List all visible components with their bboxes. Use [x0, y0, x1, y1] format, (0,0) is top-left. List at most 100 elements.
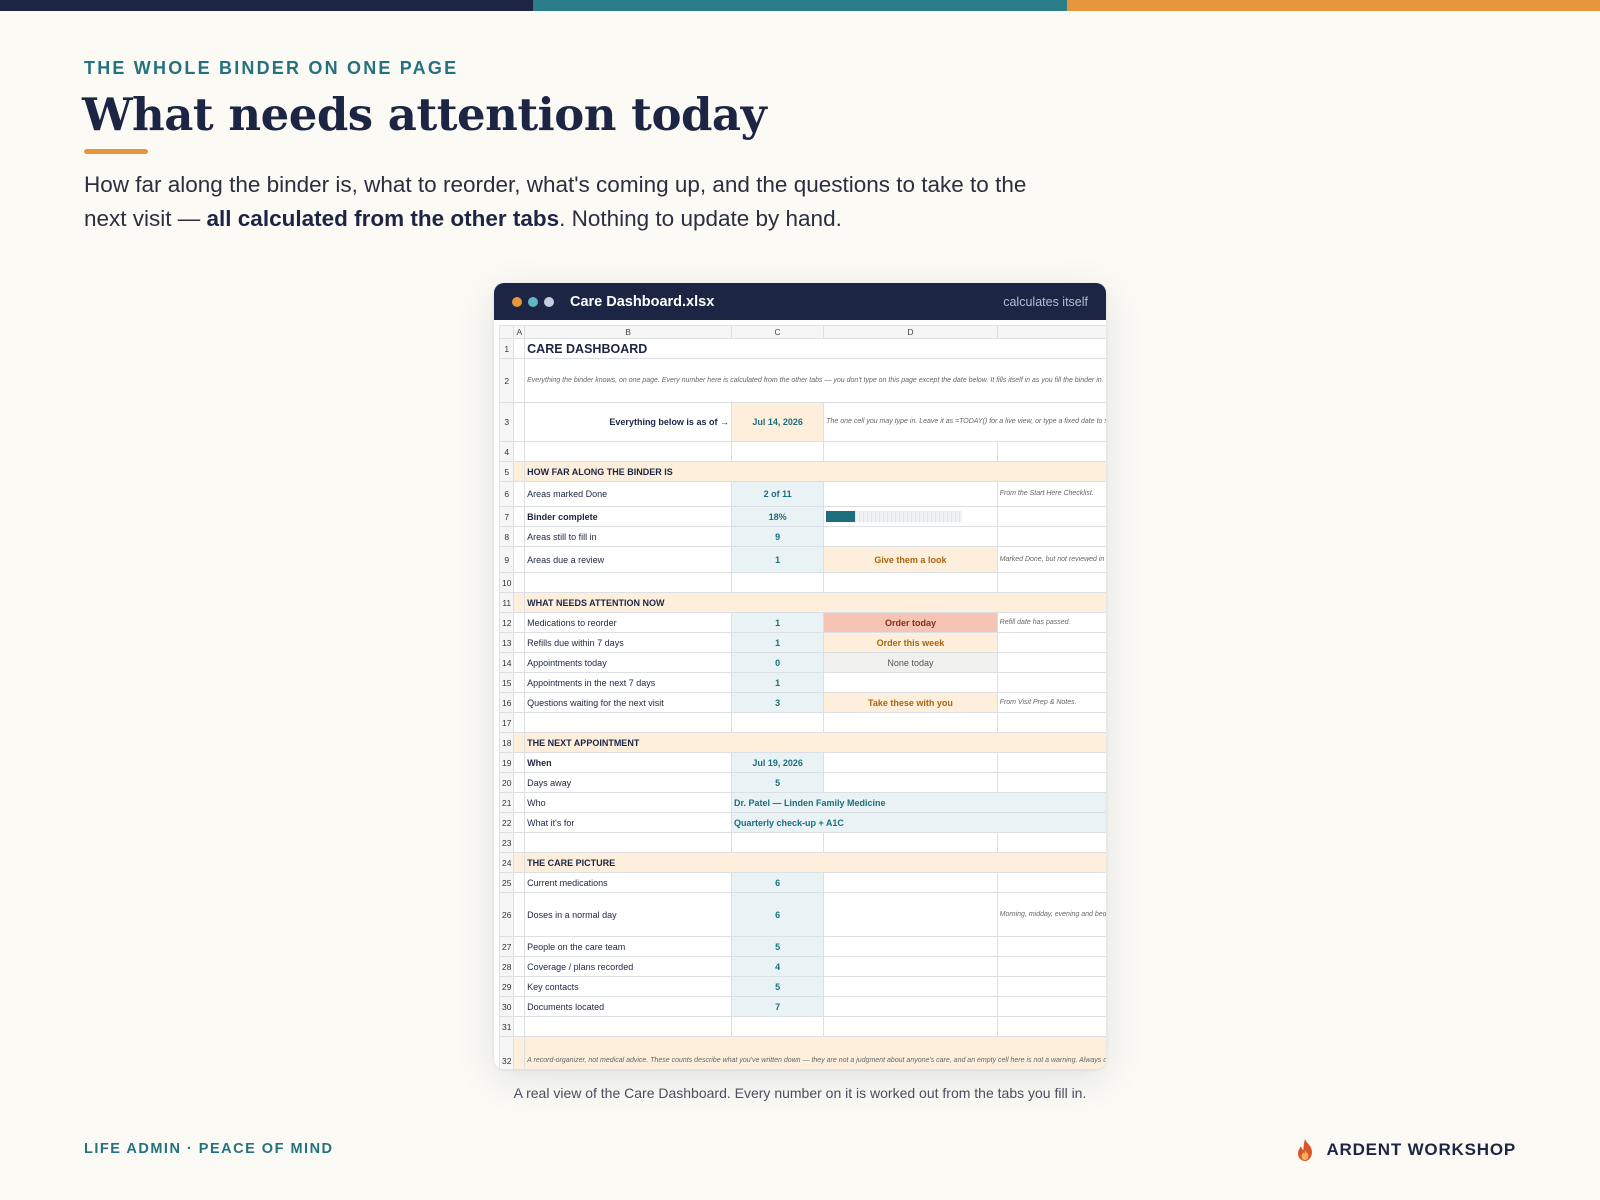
row-value[interactable]: 6 [730, 892, 825, 937]
row-number[interactable]: 10 [498, 572, 515, 593]
row-label[interactable]: Questions waiting for the next visit [524, 692, 732, 713]
row-note[interactable]: Refill date has passed. [996, 612, 1106, 633]
row-number[interactable]: 12 [498, 612, 515, 633]
window-dot-gray[interactable] [544, 296, 554, 307]
row-note[interactable]: Marked Done, but not reviewed in over 90… [996, 546, 1106, 573]
row-label[interactable]: Who [524, 792, 732, 813]
row-value[interactable]: Dr. Patel — Linden Family Medicine [730, 792, 1106, 813]
col-header-e[interactable]: E [996, 325, 1106, 339]
section-header[interactable]: WHAT NEEDS ATTENTION NOW [524, 592, 1106, 613]
row-number[interactable]: 15 [498, 672, 515, 693]
corner-cell[interactable] [498, 325, 515, 339]
row-number[interactable]: 2 [498, 358, 515, 403]
row-number[interactable]: 22 [498, 812, 515, 833]
status-badge[interactable]: Order today [823, 612, 998, 633]
window-dot-orange[interactable] [512, 296, 522, 307]
row-value[interactable]: 1 [730, 546, 825, 573]
row-value[interactable]: 18% [730, 506, 825, 527]
row-number[interactable]: 5 [498, 461, 515, 482]
status-badge[interactable]: None today [823, 652, 998, 673]
row-number[interactable]: 14 [498, 652, 515, 673]
row-label[interactable]: Days away [524, 772, 732, 793]
row-number[interactable]: 26 [498, 892, 515, 937]
window-dot-teal[interactable] [528, 296, 538, 307]
col-header-d[interactable]: D [823, 325, 998, 339]
row-number[interactable]: 1 [498, 338, 515, 359]
row-value[interactable]: 6 [730, 872, 825, 893]
row-value[interactable]: Quarterly check-up + A1C [730, 812, 1106, 833]
section-header[interactable]: HOW FAR ALONG THE BINDER IS [524, 461, 1106, 482]
row-label[interactable]: Appointments today [524, 652, 732, 673]
row-label[interactable]: Medications to reorder [524, 612, 732, 633]
row-label[interactable]: Documents located [524, 996, 732, 1017]
row-number[interactable]: 20 [498, 772, 515, 793]
row-value[interactable]: 2 of 11 [730, 481, 825, 507]
row-value[interactable]: 5 [730, 976, 825, 997]
row-number[interactable]: 31 [498, 1016, 515, 1037]
sheet-intro[interactable]: Everything the binder knows, on one page… [524, 358, 1106, 403]
row-number[interactable]: 11 [498, 592, 515, 613]
row-number[interactable]: 13 [498, 632, 515, 653]
row-label[interactable]: Appointments in the next 7 days [524, 672, 732, 693]
as-of-date-input[interactable]: Jul 14, 2026 [730, 402, 825, 442]
row-label[interactable]: Coverage / plans recorded [524, 956, 732, 977]
row-note[interactable]: From the Start Here Checklist. [996, 481, 1106, 507]
row-value[interactable]: Jul 19, 2026 [730, 752, 825, 773]
row-note[interactable]: From Visit Prep & Notes. [996, 692, 1106, 713]
row-number[interactable]: 6 [498, 481, 515, 507]
row-label[interactable]: Key contacts [524, 976, 732, 997]
row-number[interactable]: 30 [498, 996, 515, 1017]
row-number[interactable]: 27 [498, 936, 515, 957]
row-label[interactable]: When [524, 752, 732, 773]
row-number[interactable]: 16 [498, 692, 515, 713]
section-header[interactable]: THE NEXT APPOINTMENT [524, 732, 1106, 753]
sheet-title[interactable]: CARE DASHBOARD [524, 338, 1106, 359]
row-label[interactable]: Refills due within 7 days [524, 632, 732, 653]
row-number[interactable]: 4 [498, 441, 515, 462]
row-label[interactable]: Binder complete [524, 506, 732, 527]
disclaimer[interactable]: A record-organizer, not medical advice. … [524, 1036, 1106, 1069]
row-label[interactable]: Areas due a review [524, 546, 732, 573]
row-number[interactable]: 29 [498, 976, 515, 997]
row-number[interactable]: 19 [498, 752, 515, 773]
row-number[interactable]: 9 [498, 546, 515, 573]
row-number[interactable]: 23 [498, 832, 515, 853]
status-badge[interactable]: Give them a look [823, 546, 998, 573]
row-value[interactable]: 3 [730, 692, 825, 713]
row-number[interactable]: 21 [498, 792, 515, 813]
status-badge[interactable]: Order this week [823, 632, 998, 653]
row-note[interactable]: Morning, midday, evening and bedtime — f… [996, 892, 1106, 937]
row-label[interactable]: What it's for [524, 812, 732, 833]
row-value[interactable]: 9 [730, 526, 825, 547]
row-number[interactable]: 18 [498, 732, 515, 753]
row-number[interactable]: 24 [498, 852, 515, 873]
col-header-a[interactable]: A [513, 325, 526, 339]
row-number[interactable]: 7 [498, 506, 515, 527]
row-number[interactable]: 17 [498, 712, 515, 733]
progress-cell[interactable] [823, 506, 998, 527]
row-number[interactable]: 32 [498, 1036, 515, 1069]
row-value[interactable]: 1 [730, 612, 825, 633]
as-of-label[interactable]: Everything below is as of → [524, 402, 732, 442]
row-value[interactable]: 5 [730, 936, 825, 957]
section-header[interactable]: THE CARE PICTURE [524, 852, 1106, 873]
row-label[interactable]: People on the care team [524, 936, 732, 957]
col-header-c[interactable]: C [730, 325, 825, 339]
col-header-b[interactable]: B [524, 325, 732, 339]
as-of-note[interactable]: The one cell you may type in. Leave it a… [823, 402, 1106, 442]
row-label[interactable]: Doses in a normal day [524, 892, 732, 937]
status-badge[interactable]: Take these with you [823, 692, 998, 713]
row-number[interactable]: 25 [498, 872, 515, 893]
row-number[interactable]: 3 [498, 402, 515, 442]
row-label[interactable]: Areas still to fill in [524, 526, 732, 547]
row-value[interactable]: 4 [730, 956, 825, 977]
row-label[interactable]: Areas marked Done [524, 481, 732, 507]
row-number[interactable]: 28 [498, 956, 515, 977]
row-value[interactable]: 1 [730, 672, 825, 693]
row-number[interactable]: 8 [498, 526, 515, 547]
row-value[interactable]: 1 [730, 632, 825, 653]
row-label[interactable]: Current medications [524, 872, 732, 893]
row-value[interactable]: 5 [730, 772, 825, 793]
row-value[interactable]: 0 [730, 652, 825, 673]
row-value[interactable]: 7 [730, 996, 825, 1017]
